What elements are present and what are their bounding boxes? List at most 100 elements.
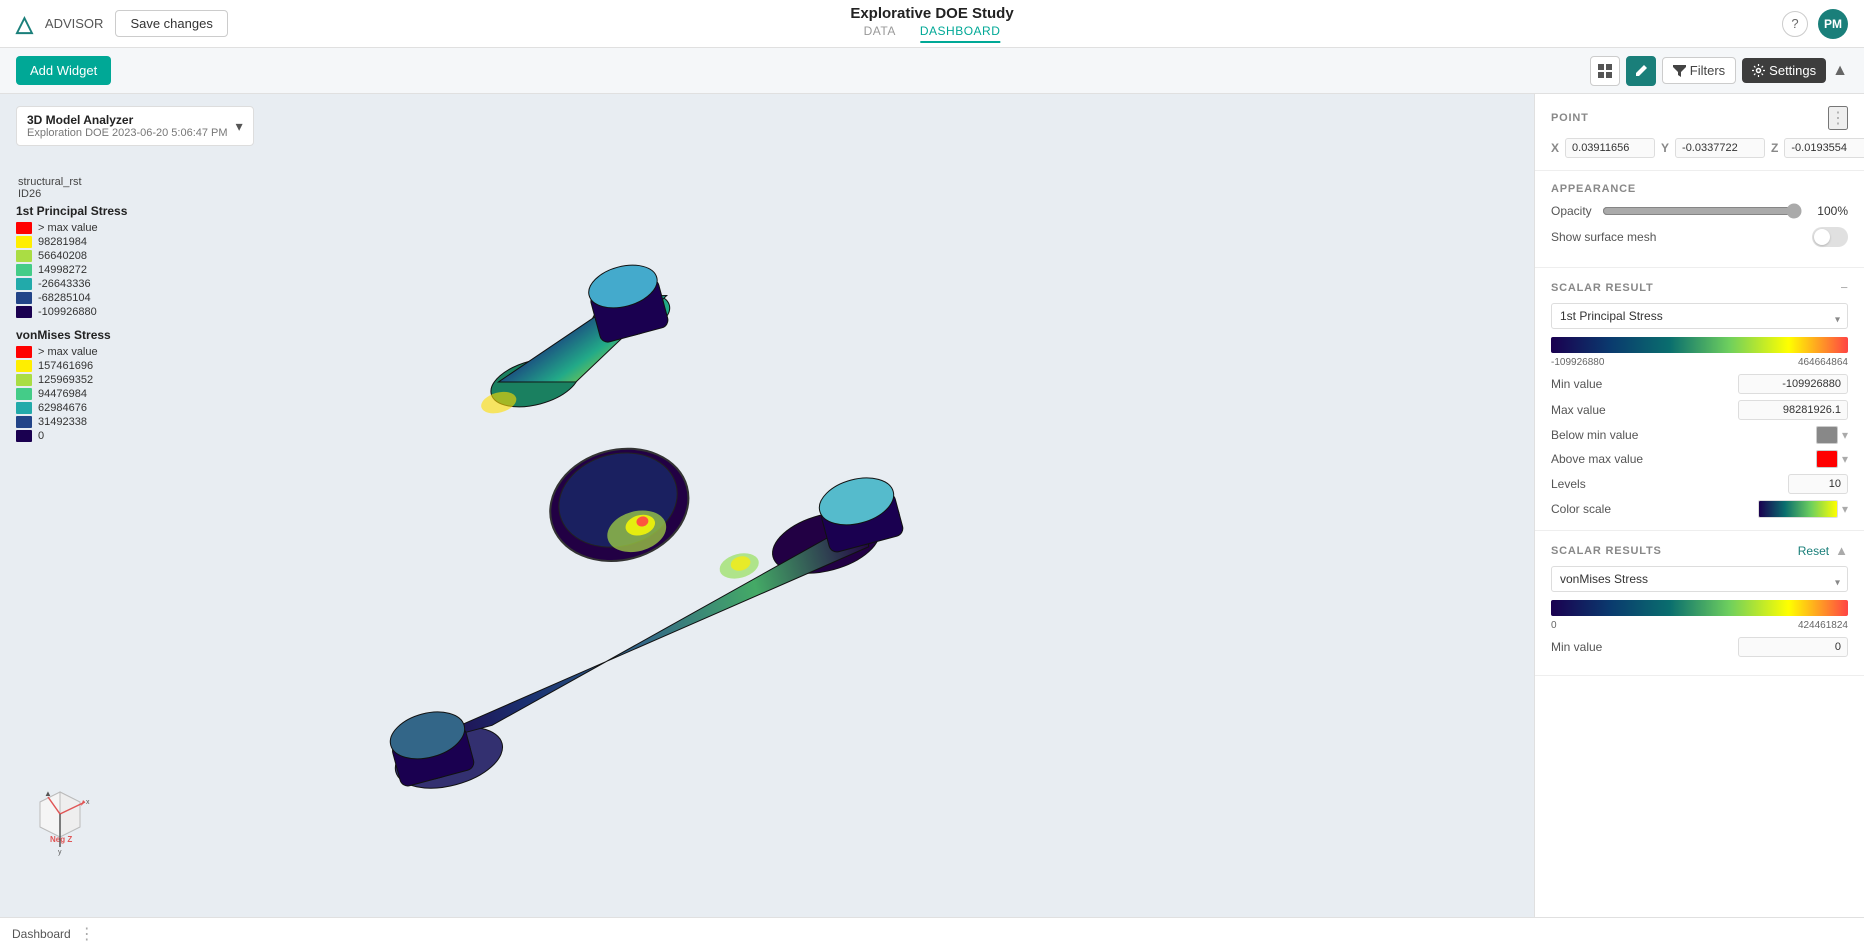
below-min-dropdown-icon[interactable]: ▾ (1842, 428, 1848, 442)
svg-text:x: x (86, 799, 90, 806)
gear-icon (1752, 64, 1765, 77)
vonmises-min-input[interactable] (1738, 637, 1848, 657)
toolbar-right: Filters Settings ▲ (1590, 56, 1848, 86)
color-scale-dropdown-icon[interactable]: ▾ (1842, 502, 1848, 516)
viewport[interactable]: 3D Model Analyzer Exploration DOE 2023-0… (0, 94, 1534, 917)
save-button[interactable]: Save changes (115, 10, 227, 37)
legend-label: 62984676 (38, 402, 87, 414)
filters-label: Filters (1690, 63, 1725, 78)
tab-dashboard[interactable]: DASHBOARD (920, 24, 1001, 43)
tab-data[interactable]: DATA (864, 24, 896, 43)
scalar-results-title: SCALAR RESULTS (1551, 545, 1662, 557)
help-button[interactable]: ? (1782, 11, 1808, 37)
scalar-results-section: SCALAR RESULTS Reset ▲ vonMises Stress 1… (1535, 531, 1864, 676)
surface-mesh-label: Show surface mesh (1551, 230, 1656, 244)
coord-y-input[interactable] (1675, 138, 1765, 158)
widget-dropdown-icon[interactable]: ▾ (236, 118, 243, 135)
coord-z-input[interactable] (1784, 138, 1864, 158)
below-min-swatch[interactable] (1816, 426, 1838, 444)
legend-row: 0 (16, 430, 127, 442)
add-widget-button[interactable]: Add Widget (16, 56, 111, 85)
legend-label: 98281984 (38, 236, 87, 248)
svg-text:y: y (58, 849, 62, 856)
logo-icon: △ (16, 11, 33, 37)
widget-header: 3D Model Analyzer Exploration DOE 2023-0… (16, 106, 254, 146)
scalar-result-dropdown[interactable]: 1st Principal Stress vonMises Stress (1551, 303, 1848, 329)
color-bar-container (1551, 337, 1848, 353)
bottom-tab-dashboard[interactable]: Dashboard (12, 927, 71, 941)
scalar-results-collapse-button[interactable]: ▲ (1835, 543, 1848, 558)
legend-row: 31492338 (16, 416, 127, 428)
vonmises-min-row: Min value (1551, 637, 1848, 657)
legend-row: -26643336 (16, 278, 127, 290)
file-name: structural_rst (18, 176, 82, 188)
legend-label: 0 (38, 430, 44, 442)
legend-swatch (16, 360, 32, 372)
vonmises-color-bar-labels: 0 424461824 (1551, 620, 1848, 631)
model-area (0, 94, 1534, 917)
below-min-right: ▾ (1816, 426, 1848, 444)
max-value-input[interactable] (1738, 400, 1848, 420)
settings-button[interactable]: Settings (1742, 58, 1826, 83)
legend-swatch (16, 402, 32, 414)
appearance-title: APPEARANCE (1551, 183, 1636, 195)
file-id: ID26 (18, 188, 82, 200)
min-value-row: Min value (1551, 374, 1848, 394)
coord-x-input[interactable] (1565, 138, 1655, 158)
min-value-input[interactable] (1738, 374, 1848, 394)
nav-right: ? PM (1782, 9, 1848, 39)
vonmises-bar-max: 424461824 (1798, 620, 1848, 631)
color-bar (1551, 337, 1848, 353)
filter-icon (1673, 65, 1686, 77)
opacity-label: Opacity (1551, 204, 1592, 218)
toggle-track (1812, 227, 1848, 247)
vonmises-dropdown[interactable]: vonMises Stress 1st Principal Stress (1551, 566, 1848, 592)
below-min-row: Below min value ▾ (1551, 426, 1848, 444)
levels-row: Levels (1551, 474, 1848, 494)
opacity-slider[interactable] (1602, 203, 1802, 219)
legend-label: -26643336 (38, 278, 91, 290)
svg-text:Neg Z: Neg Z (50, 835, 72, 844)
legend-label: > max value (38, 346, 98, 358)
scalar-results-header: SCALAR RESULTS Reset ▲ (1551, 543, 1848, 558)
scalar-result-dropdown-wrapper: 1st Principal Stress vonMises Stress (1551, 303, 1848, 337)
settings-label: Settings (1769, 63, 1816, 78)
above-max-swatch[interactable] (1816, 450, 1838, 468)
axis-gizmo: Neg Z x y ▲ (20, 777, 100, 857)
main-content: 3D Model Analyzer Exploration DOE 2023-0… (0, 94, 1864, 917)
vonmises-min-label: Min value (1551, 640, 1602, 654)
legend-swatch (16, 278, 32, 290)
legend-swatch (16, 388, 32, 400)
edit-icon-button[interactable] (1626, 56, 1656, 86)
above-max-dropdown-icon[interactable]: ▾ (1842, 452, 1848, 466)
widget-name: 3D Model Analyzer (27, 113, 228, 127)
surface-mesh-toggle[interactable] (1812, 227, 1848, 247)
scalar-results-actions: Reset ▲ (1798, 543, 1848, 558)
vonmises-dropdown-wrapper: vonMises Stress 1st Principal Stress (1551, 566, 1848, 600)
legend-label: 125969352 (38, 374, 93, 386)
tab-bar: DATA DASHBOARD (864, 24, 1001, 43)
legend-row: 94476984 (16, 388, 127, 400)
legend: 1st Principal Stress > max value 9828198… (16, 204, 127, 450)
coord-z-label: Z (1771, 141, 1778, 155)
avatar[interactable]: PM (1818, 9, 1848, 39)
legend-row: > max value (16, 346, 127, 358)
collapse-panel-button[interactable]: ▲ (1832, 62, 1848, 80)
reset-button[interactable]: Reset (1798, 544, 1829, 558)
filters-button[interactable]: Filters (1662, 57, 1736, 84)
point-menu-button[interactable]: ⋮ (1828, 106, 1848, 130)
vonmises-bar-min: 0 (1551, 620, 1557, 631)
max-value-row: Max value (1551, 400, 1848, 420)
color-scale-preview (1758, 500, 1838, 518)
legend-swatch (16, 430, 32, 442)
levels-input[interactable] (1788, 474, 1848, 494)
bottom-tab-menu-icon[interactable]: ⋮ (79, 924, 95, 944)
color-scale-row: Color scale ▾ (1551, 500, 1848, 518)
toggle-thumb (1814, 229, 1830, 245)
opacity-value: 100% (1812, 204, 1848, 218)
widget-info: 3D Model Analyzer Exploration DOE 2023-0… (27, 113, 228, 139)
grid-icon-button[interactable] (1590, 56, 1620, 86)
scalar-result-section: SCALAR RESULT − 1st Principal Stress von… (1535, 268, 1864, 531)
right-panel: POINT ⋮ X Y Z APPEARANCE Opacity 100% (1534, 94, 1864, 917)
scalar-result-collapse-button[interactable]: − (1840, 280, 1848, 295)
